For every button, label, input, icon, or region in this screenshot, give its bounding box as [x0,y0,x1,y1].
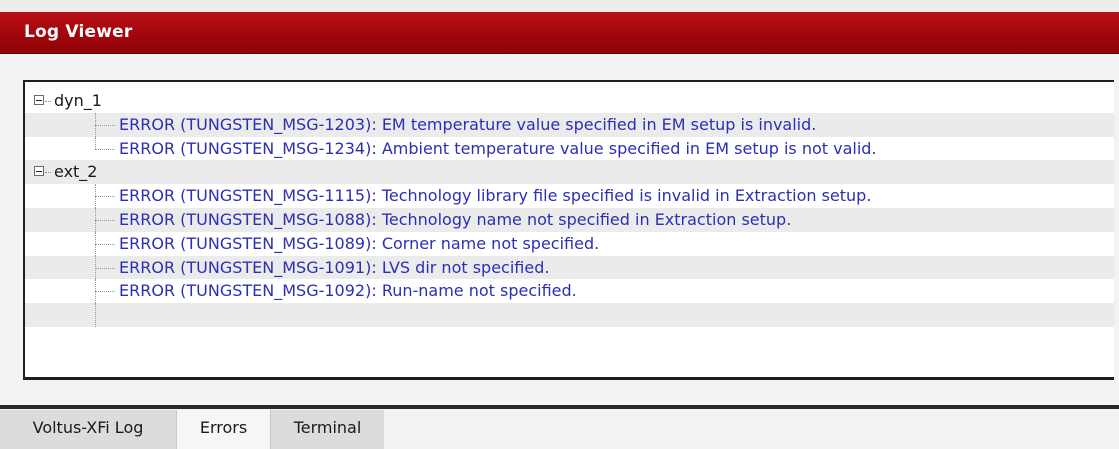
tree-connector [45,101,51,102]
tree-group-dyn-1[interactable]: dyn_1 [25,89,1119,113]
error-row[interactable]: ERROR (TUNGSTEN_MSG-1092): Run-name not … [25,279,1119,304]
error-message: ERROR (TUNGSTEN_MSG-1092): Run-name not … [119,281,577,301]
tab-terminal[interactable]: Terminal [271,410,384,449]
tree-group-ext-2[interactable]: ext_2 [25,160,1119,185]
window-title: Log Viewer [24,22,133,42]
error-tree-panel[interactable]: dyn_1 ERROR (TUNGSTEN_MSG-1203): EM temp… [23,80,1119,380]
tab-errors[interactable]: Errors [176,410,271,449]
error-row-partial [25,303,1119,327]
error-row[interactable]: ERROR (TUNGSTEN_MSG-1203): EM temperatur… [25,112,1119,137]
tree-connector [45,172,51,174]
error-message: ERROR (TUNGSTEN_MSG-1115): Technology li… [119,186,872,206]
tree-connector [95,255,115,280]
error-message: ERROR (TUNGSTEN_MSG-1234): Ambient tempe… [119,138,877,158]
error-message: ERROR (TUNGSTEN_MSG-1089): Corner name n… [119,233,600,253]
error-row[interactable]: ERROR (TUNGSTEN_MSG-1089): Corner name n… [25,231,1119,256]
log-viewer-window: Log Viewer dyn_1 ERROR (TUNGSTEN_MSG-120… [0,0,1119,449]
error-message: ERROR (TUNGSTEN_MSG-1091): LVS dir not s… [119,257,550,277]
bottom-tab-bar: Voltus-XFi Log Errors Terminal [0,405,1119,449]
error-message: ERROR (TUNGSTEN_MSG-1203): EM temperatur… [119,114,817,134]
tree-connector [95,279,115,304]
top-strip [0,0,1119,12]
collapse-icon[interactable] [34,95,44,105]
tree-connector [95,303,115,327]
error-message: ERROR (TUNGSTEN_MSG-1088): Technology na… [119,209,792,229]
tab-bar-divider [0,405,1119,409]
error-row[interactable]: ERROR (TUNGSTEN_MSG-1088): Technology na… [25,207,1119,232]
collapse-icon[interactable] [34,166,44,177]
error-tree: dyn_1 ERROR (TUNGSTEN_MSG-1203): EM temp… [25,89,1119,327]
tree-connector [95,112,115,137]
panel-edge [1114,80,1119,380]
tree-connector [95,136,115,161]
tree-group-label: ext_2 [54,162,98,182]
tree-group-label: dyn_1 [54,91,102,110]
tree-connector [95,231,115,256]
error-row[interactable]: ERROR (TUNGSTEN_MSG-1091): LVS dir not s… [25,255,1119,280]
title-bar: Log Viewer [0,12,1119,54]
tree-connector [95,184,115,208]
tab-voltus-xfi-log[interactable]: Voltus-XFi Log [0,410,176,449]
error-row[interactable]: ERROR (TUNGSTEN_MSG-1234): Ambient tempe… [25,136,1119,161]
tree-connector [95,207,115,232]
error-row[interactable]: ERROR (TUNGSTEN_MSG-1115): Technology li… [25,184,1119,208]
